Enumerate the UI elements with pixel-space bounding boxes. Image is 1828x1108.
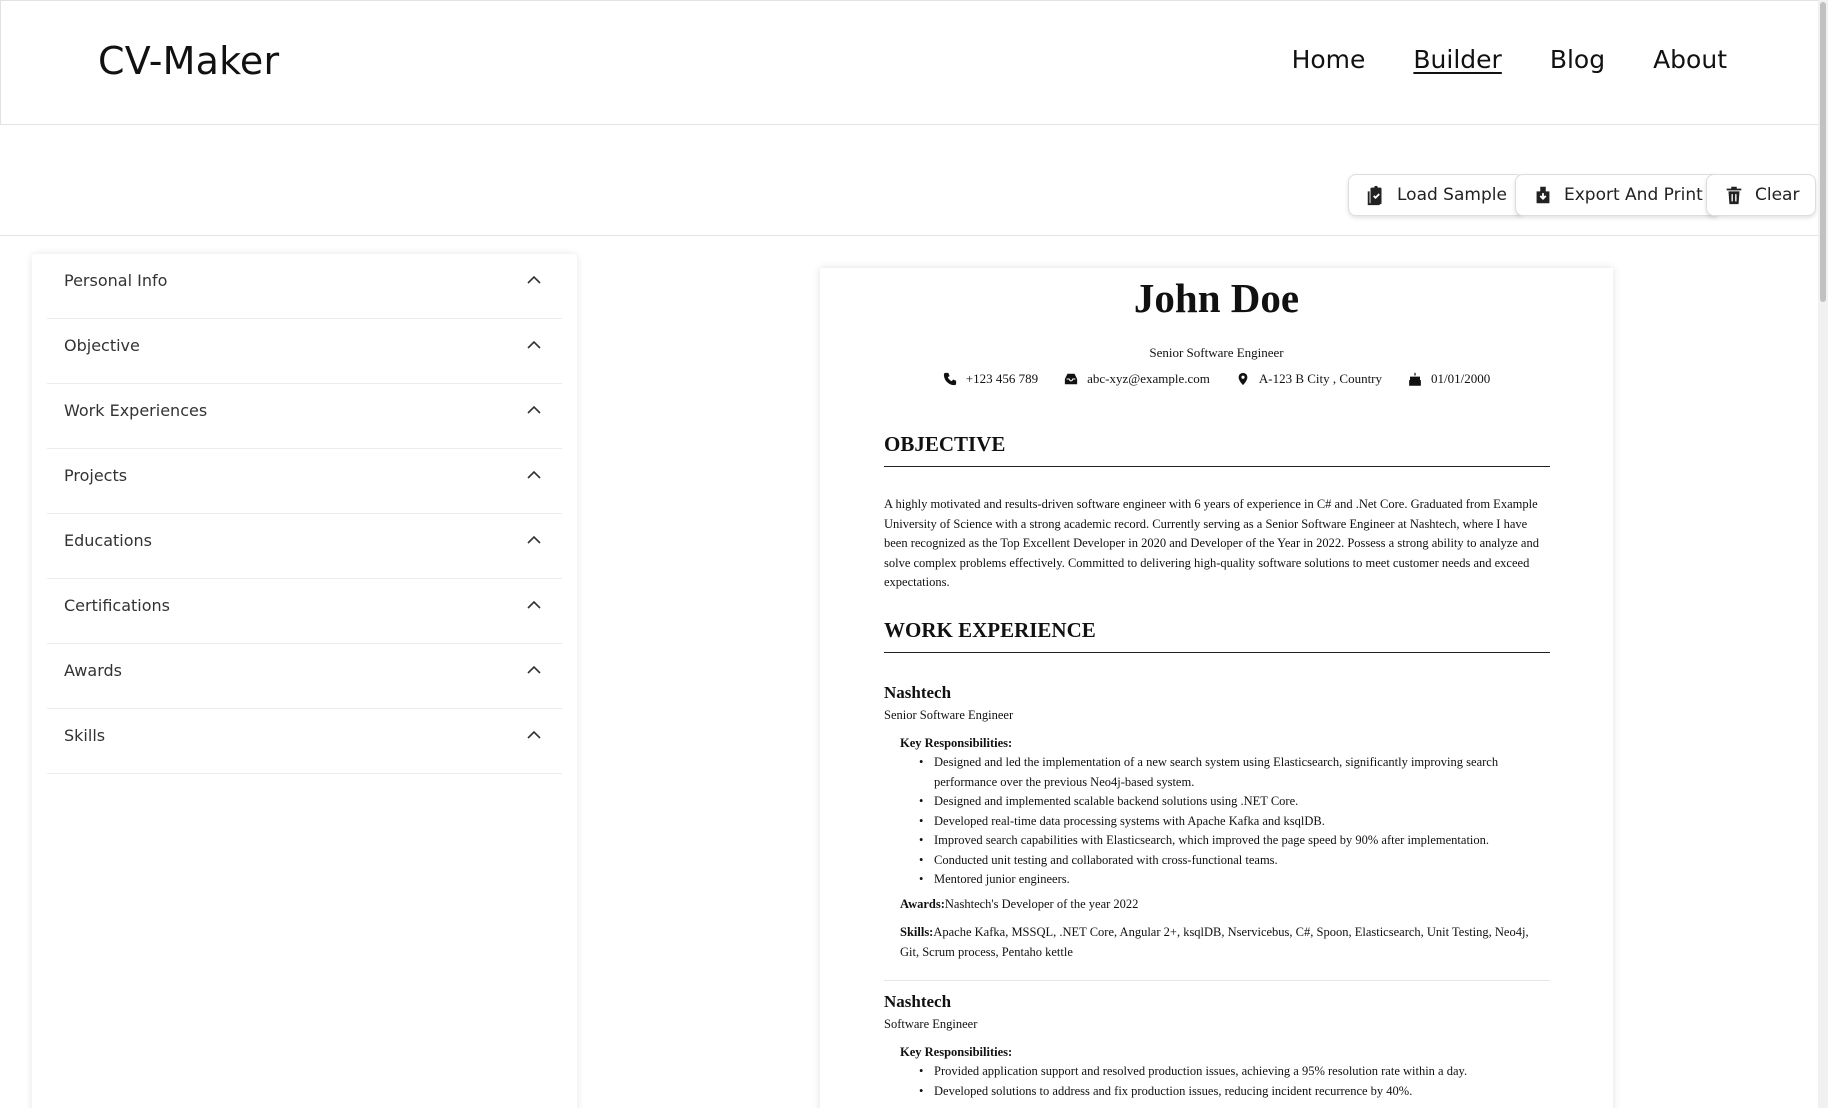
list-item: Designed and implemented scalable backen… xyxy=(916,792,1544,812)
phone-icon xyxy=(943,372,956,386)
contact-address: A-123 B City , Country xyxy=(1236,371,1382,387)
map-pin-icon xyxy=(1238,372,1248,386)
chevron-up-icon xyxy=(527,665,541,674)
awards-label: Awards: xyxy=(900,897,945,911)
job-skills: Skills:Apache Kafka, MSSQL, .NET Core, A… xyxy=(900,923,1540,962)
list-item: Developed solutions to address and fix p… xyxy=(916,1082,1544,1102)
accordion-label: Educations xyxy=(64,531,152,550)
accordion-label: Skills xyxy=(64,726,106,745)
accordion-label: Objective xyxy=(64,336,140,355)
export-print-button[interactable]: Export And Print xyxy=(1515,174,1720,216)
skills-value: Apache Kafka, MSSQL, .NET Core, Angular … xyxy=(900,925,1529,959)
accordion-educations[interactable]: Educations xyxy=(47,514,562,579)
job-role: Senior Software Engineer xyxy=(884,708,1014,722)
chevron-up-icon xyxy=(527,730,541,739)
job-role: Software Engineer xyxy=(884,1017,978,1031)
key-responsibilities-label: Key Responsibilities: xyxy=(900,736,1013,750)
chevron-up-icon xyxy=(527,275,541,284)
contact-dob: 01/01/2000 xyxy=(1408,371,1490,387)
work-experience-heading: WORK EXPERIENCE xyxy=(884,618,1550,653)
chevron-up-icon xyxy=(527,470,541,479)
resume-title: Senior Software Engineer xyxy=(1149,345,1284,360)
clear-button[interactable]: Clear xyxy=(1706,174,1817,216)
contact-email-value: abc-xyz@example.com xyxy=(1087,371,1210,386)
chevron-up-icon xyxy=(527,340,541,349)
chevron-up-icon xyxy=(527,600,541,609)
clear-label: Clear xyxy=(1755,185,1800,205)
chevron-up-icon xyxy=(527,535,541,544)
list-item: Provided application support and resolve… xyxy=(916,1062,1544,1082)
nav-blog[interactable]: Blog xyxy=(1550,45,1605,74)
awards-value: Nashtech's Developer of the year 2022 xyxy=(944,897,1139,911)
contact-phone: +123 456 789 xyxy=(943,371,1038,387)
resume-contact: +123 456 789 abc-xyz@example.com A-123 B… xyxy=(820,371,1613,387)
responsibilities-list: Provided application support and resolve… xyxy=(916,1062,1544,1101)
chevron-up-icon xyxy=(527,405,541,414)
sections-sidebar: Personal Info Objective Work Experiences… xyxy=(32,254,577,1108)
list-item: Mentored junior engineers. xyxy=(916,870,1544,890)
responsibilities-list: Designed and led the implementation of a… xyxy=(916,753,1544,890)
top-header: CV-Maker Home Builder Blog About xyxy=(0,0,1826,125)
accordion-label: Projects xyxy=(64,466,128,485)
contact-phone-value: +123 456 789 xyxy=(965,371,1039,386)
list-item: Developed real-time data processing syst… xyxy=(916,812,1544,832)
job-awards: Awards:Nashtech's Developer of the year … xyxy=(900,895,1540,915)
accordion-objective[interactable]: Objective xyxy=(47,319,562,384)
accordion-awards[interactable]: Awards xyxy=(47,644,562,709)
accordion-label: Certifications xyxy=(64,596,170,615)
objective-text: A highly motivated and results-driven so… xyxy=(884,497,1539,589)
key-responsibilities-label: Key Responsibilities: xyxy=(900,1045,1013,1059)
accordion-certifications[interactable]: Certifications xyxy=(47,579,562,644)
skills-label: Skills: xyxy=(900,925,934,939)
inbox-icon xyxy=(1064,373,1078,385)
load-sample-label: Load Sample xyxy=(1397,185,1507,205)
nav-builder[interactable]: Builder xyxy=(1413,45,1501,74)
nav-about[interactable]: About xyxy=(1653,45,1727,74)
contact-email: abc-xyz@example.com xyxy=(1064,371,1210,387)
page-scrollbar[interactable] xyxy=(1818,0,1828,1108)
builder-toolbar: Load Sample Export And Print Clear xyxy=(0,125,1826,236)
scrollbar-thumb[interactable] xyxy=(1820,2,1826,302)
job-company: Nashtech xyxy=(884,683,952,702)
accordion-work-experiences[interactable]: Work Experiences xyxy=(47,384,562,449)
resume-name: John Doe xyxy=(1133,275,1300,321)
export-print-label: Export And Print xyxy=(1564,185,1703,205)
objective-heading: OBJECTIVE xyxy=(884,432,1550,467)
job-divider xyxy=(884,980,1550,981)
list-item: Improved search capabilities with Elasti… xyxy=(916,831,1544,851)
clipboard-check-icon xyxy=(1367,185,1382,206)
job-company: Nashtech xyxy=(884,992,952,1011)
cake-icon xyxy=(1409,372,1421,386)
app-logo[interactable]: CV-Maker xyxy=(98,39,279,83)
load-sample-button[interactable]: Load Sample xyxy=(1348,174,1524,216)
accordion-skills[interactable]: Skills xyxy=(47,709,562,774)
trash-icon xyxy=(1726,186,1742,205)
download-icon xyxy=(1536,186,1550,204)
contact-address-value: A-123 B City , Country xyxy=(1258,371,1383,386)
list-item: Conducted unit testing and collaborated … xyxy=(916,851,1544,871)
accordion-label: Work Experiences xyxy=(64,401,208,420)
resume-preview: John Doe Senior Software Engineer +123 4… xyxy=(820,268,1613,1108)
accordion-label: Awards xyxy=(64,661,122,680)
accordion-personal-info[interactable]: Personal Info xyxy=(47,254,562,319)
accordion-label: Personal Info xyxy=(64,271,168,290)
contact-dob-value: 01/01/2000 xyxy=(1431,371,1491,386)
accordion-projects[interactable]: Projects xyxy=(47,449,562,514)
nav-home[interactable]: Home xyxy=(1292,45,1366,74)
main-nav: Home Builder Blog About xyxy=(1292,45,1727,74)
list-item: Designed and led the implementation of a… xyxy=(916,753,1544,792)
